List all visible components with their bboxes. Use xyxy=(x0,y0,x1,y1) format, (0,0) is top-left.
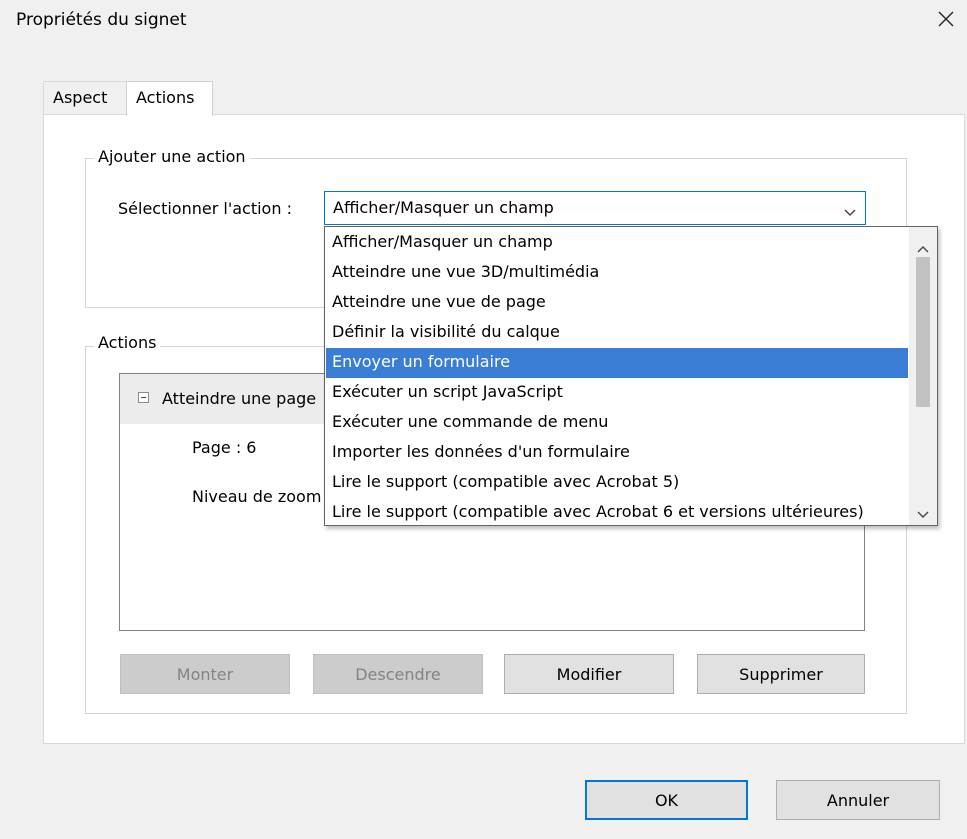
tab-actions[interactable]: Actions xyxy=(126,81,213,116)
actions-legend: Actions xyxy=(94,333,161,352)
tree-item-label: Atteindre une page xyxy=(162,389,317,408)
scroll-up-icon[interactable] xyxy=(916,239,930,253)
delete-button[interactable]: Supprimer xyxy=(697,654,865,694)
dropdown-option[interactable]: Lire le support (compatible avec Acrobat… xyxy=(326,468,908,498)
tab-aspect-label: Aspect xyxy=(53,88,108,107)
tab-aspect[interactable]: Aspect xyxy=(43,81,127,115)
dropdown-option[interactable]: Afficher/Masquer un champ xyxy=(326,228,908,258)
detail-page: Page : 6 xyxy=(192,438,257,457)
detail-zoom: Niveau de zoom xyxy=(192,487,322,506)
scrollbar-thumb[interactable] xyxy=(916,257,930,407)
dropdown-option[interactable]: Exécuter une commande de menu xyxy=(326,408,908,438)
move-down-button[interactable]: Descendre xyxy=(313,654,483,694)
dropdown-option[interactable]: Exécuter un script JavaScript xyxy=(326,378,908,408)
close-icon[interactable] xyxy=(933,6,959,32)
window-title: Propriétés du signet xyxy=(16,10,187,30)
dropdown-option[interactable]: Importer les données d'un formulaire xyxy=(326,438,908,468)
dropdown-option[interactable]: Définir la visibilité du calque xyxy=(326,318,908,348)
move-up-button[interactable]: Monter xyxy=(120,654,290,694)
action-select[interactable]: Afficher/Masquer un champ xyxy=(324,191,866,225)
edit-button[interactable]: Modifier xyxy=(504,654,674,694)
dropdown-option[interactable]: Atteindre une vue de page xyxy=(326,288,908,318)
chevron-down-icon xyxy=(843,203,857,216)
tab-actions-label: Actions xyxy=(136,88,195,107)
dropdown-option[interactable]: Atteindre une vue 3D/multimédia xyxy=(326,258,908,288)
ok-button[interactable]: OK xyxy=(585,780,748,820)
action-select-value: Afficher/Masquer un champ xyxy=(333,198,554,217)
dropdown-option[interactable]: Lire le support (compatible avec Acrobat… xyxy=(326,498,908,528)
select-action-label: Sélectionner l'action : xyxy=(118,199,292,218)
collapse-icon[interactable] xyxy=(138,392,149,403)
scroll-down-icon[interactable] xyxy=(916,505,930,518)
cancel-button[interactable]: Annuler xyxy=(776,780,940,820)
dropdown-option-highlighted[interactable]: Envoyer un formulaire xyxy=(326,348,908,378)
add-action-legend: Ajouter une action xyxy=(94,147,250,166)
action-dropdown-list[interactable]: Afficher/Masquer un champ Atteindre une … xyxy=(324,226,938,526)
dropdown-scrollbar[interactable] xyxy=(909,227,937,525)
